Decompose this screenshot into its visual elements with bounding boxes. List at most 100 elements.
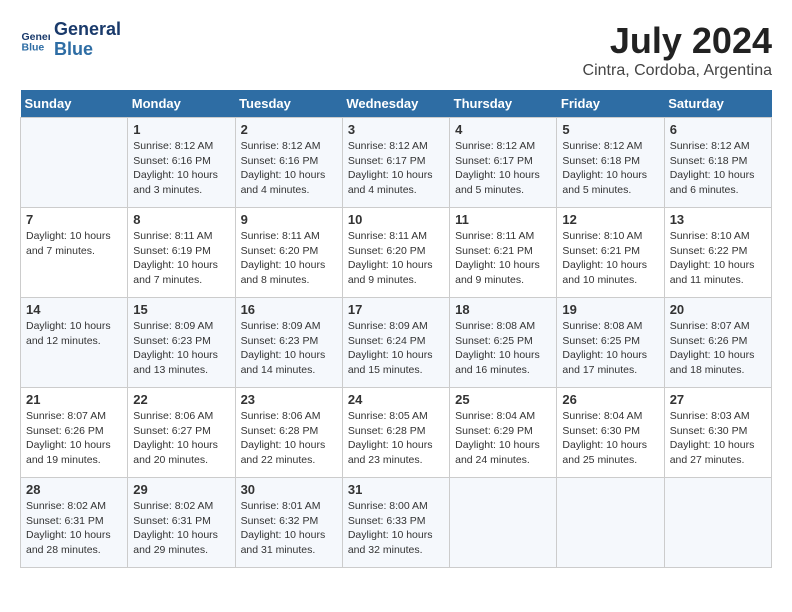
calendar-cell: 12Sunrise: 8:10 AMSunset: 6:21 PMDayligh… xyxy=(557,208,664,298)
calendar-cell: 14 Daylight: 10 hoursand 12 minutes. xyxy=(21,298,128,388)
day-number: 28 xyxy=(26,482,122,497)
day-info: Sunrise: 8:02 AMSunset: 6:31 PMDaylight:… xyxy=(133,499,229,558)
day-number: 26 xyxy=(562,392,658,407)
calendar-cell: 10 Sunrise: 8:11 AMSunset: 6:20 PMDayligh… xyxy=(342,208,449,298)
calendar-cell: 7 Daylight: 10 hoursand 7 minutes. xyxy=(21,208,128,298)
day-number: 1 xyxy=(133,122,229,137)
day-number: 19 xyxy=(562,302,658,317)
svg-text:Blue: Blue xyxy=(22,41,45,53)
day-number: 12 xyxy=(562,212,658,227)
calendar-cell: 22 Sunrise: 8:06 AMSunset: 6:27 PMDayligh… xyxy=(128,388,235,478)
calendar-cell: 13Sunrise: 8:10 AMSunset: 6:22 PMDayligh… xyxy=(664,208,771,298)
day-info: Sunrise: 8:01 AMSunset: 6:32 PMDaylight:… xyxy=(241,499,337,558)
calendar-header-row: SundayMondayTuesdayWednesdayThursdayFrid… xyxy=(21,90,772,118)
calendar-cell: 24Sunrise: 8:05 AMSunset: 6:28 PMDayligh… xyxy=(342,388,449,478)
day-info: Sunrise: 8:04 AMSunset: 6:29 PMDaylight:… xyxy=(455,409,551,468)
weekday-header: Tuesday xyxy=(235,90,342,118)
day-info: Sunrise: 8:11 AMSunset: 6:20 PMDaylight:… xyxy=(348,229,444,288)
calendar-cell: 18 Sunrise: 8:08 AMSunset: 6:25 PMDayligh… xyxy=(450,298,557,388)
day-number: 16 xyxy=(241,302,337,317)
calendar-cell: 3Sunrise: 8:12 AMSunset: 6:17 PMDaylight… xyxy=(342,118,449,208)
day-number: 8 xyxy=(133,212,229,227)
day-number: 7 xyxy=(26,212,122,227)
day-number: 9 xyxy=(241,212,337,227)
calendar-cell: 6 Sunrise: 8:12 AMSunset: 6:18 PMDaylight… xyxy=(664,118,771,208)
calendar-cell: 2Sunrise: 8:12 AMSunset: 6:16 PMDaylight… xyxy=(235,118,342,208)
day-info: Sunrise: 8:02 AMSunset: 6:31 PMDaylight:… xyxy=(26,499,122,558)
day-number: 23 xyxy=(241,392,337,407)
weekday-header: Monday xyxy=(128,90,235,118)
calendar-cell: 8 Sunrise: 8:11 AMSunset: 6:19 PMDaylight… xyxy=(128,208,235,298)
weekday-header: Wednesday xyxy=(342,90,449,118)
day-info: Sunrise: 8:12 AMSunset: 6:17 PMDaylight:… xyxy=(348,139,444,198)
day-info: Sunrise: 8:10 AMSunset: 6:22 PMDaylight:… xyxy=(670,229,766,288)
weekday-header: Saturday xyxy=(664,90,771,118)
day-number: 11 xyxy=(455,212,551,227)
calendar-cell: 9 Sunrise: 8:11 AMSunset: 6:20 PMDaylight… xyxy=(235,208,342,298)
title-block: July 2024 Cintra, Cordoba, Argentina xyxy=(583,20,772,80)
day-number: 22 xyxy=(133,392,229,407)
day-info: Sunrise: 8:12 AMSunset: 6:16 PMDaylight:… xyxy=(133,139,229,198)
calendar-cell: 17 Sunrise: 8:09 AMSunset: 6:24 PMDayligh… xyxy=(342,298,449,388)
day-number: 29 xyxy=(133,482,229,497)
calendar-cell: 20Sunrise: 8:07 AMSunset: 6:26 PMDayligh… xyxy=(664,298,771,388)
day-info: Sunrise: 8:09 AMSunset: 6:23 PMDaylight:… xyxy=(241,319,337,378)
calendar-cell: 19 Sunrise: 8:08 AMSunset: 6:25 PMDayligh… xyxy=(557,298,664,388)
logo-icon: General Blue xyxy=(20,25,50,55)
day-info: Sunrise: 8:08 AMSunset: 6:25 PMDaylight:… xyxy=(455,319,551,378)
day-info: Sunrise: 8:03 AMSunset: 6:30 PMDaylight:… xyxy=(670,409,766,468)
day-info: Sunrise: 8:06 AMSunset: 6:27 PMDaylight:… xyxy=(133,409,229,468)
calendar-cell: 21 Sunrise: 8:07 AMSunset: 6:26 PMDayligh… xyxy=(21,388,128,478)
day-info: Sunrise: 8:11 AMSunset: 6:21 PMDaylight:… xyxy=(455,229,551,288)
day-info: Sunrise: 8:08 AMSunset: 6:25 PMDaylight:… xyxy=(562,319,658,378)
day-number: 18 xyxy=(455,302,551,317)
calendar-cell: 25Sunrise: 8:04 AMSunset: 6:29 PMDayligh… xyxy=(450,388,557,478)
day-number: 10 xyxy=(348,212,444,227)
page-header: General Blue General Blue July 2024 Cint… xyxy=(20,20,772,80)
day-info: Sunrise: 8:07 AMSunset: 6:26 PMDaylight:… xyxy=(26,409,122,468)
main-title: July 2024 xyxy=(583,20,772,62)
calendar-cell: 29 Sunrise: 8:02 AMSunset: 6:31 PMDayligh… xyxy=(128,478,235,568)
calendar-cell: 15Sunrise: 8:09 AMSunset: 6:23 PMDayligh… xyxy=(128,298,235,388)
day-info: Sunrise: 8:12 AMSunset: 6:18 PMDaylight:… xyxy=(562,139,658,198)
day-number: 2 xyxy=(241,122,337,137)
day-info: Sunrise: 8:06 AMSunset: 6:28 PMDaylight:… xyxy=(241,409,337,468)
calendar-cell xyxy=(664,478,771,568)
day-info: Sunrise: 8:12 AMSunset: 6:18 PMDaylight:… xyxy=(670,139,766,198)
day-info: Sunrise: 8:00 AMSunset: 6:33 PMDaylight:… xyxy=(348,499,444,558)
day-number: 4 xyxy=(455,122,551,137)
subtitle: Cintra, Cordoba, Argentina xyxy=(583,62,772,80)
day-info: Sunrise: 8:12 AMSunset: 6:17 PMDaylight:… xyxy=(455,139,551,198)
day-info: Daylight: 10 hoursand 7 minutes. xyxy=(26,229,122,258)
day-number: 15 xyxy=(133,302,229,317)
calendar-cell: 1 Sunrise: 8:12 AMSunset: 6:16 PMDaylight… xyxy=(128,118,235,208)
calendar-cell: 11 Sunrise: 8:11 AMSunset: 6:21 PMDayligh… xyxy=(450,208,557,298)
calendar-cell xyxy=(21,118,128,208)
day-info: Sunrise: 8:04 AMSunset: 6:30 PMDaylight:… xyxy=(562,409,658,468)
day-number: 6 xyxy=(670,122,766,137)
calendar-cell: 27 Sunrise: 8:03 AMSunset: 6:30 PMDayligh… xyxy=(664,388,771,478)
day-info: Sunrise: 8:07 AMSunset: 6:26 PMDaylight:… xyxy=(670,319,766,378)
day-info: Sunrise: 8:11 AMSunset: 6:19 PMDaylight:… xyxy=(133,229,229,288)
calendar-week-row: 7 Daylight: 10 hoursand 7 minutes. 8 Sunris… xyxy=(21,208,772,298)
day-number: 5 xyxy=(562,122,658,137)
calendar-cell: 16 Sunrise: 8:09 AMSunset: 6:23 PMDayligh… xyxy=(235,298,342,388)
calendar-cell: 4 Sunrise: 8:12 AMSunset: 6:17 PMDaylight… xyxy=(450,118,557,208)
day-number: 27 xyxy=(670,392,766,407)
calendar-cell xyxy=(557,478,664,568)
day-number: 21 xyxy=(26,392,122,407)
calendar-cell xyxy=(450,478,557,568)
calendar-cell: 23 Sunrise: 8:06 AMSunset: 6:28 PMDayligh… xyxy=(235,388,342,478)
day-number: 31 xyxy=(348,482,444,497)
calendar-week-row: 21 Sunrise: 8:07 AMSunset: 6:26 PMDayligh… xyxy=(21,388,772,478)
weekday-header: Sunday xyxy=(21,90,128,118)
day-number: 14 xyxy=(26,302,122,317)
day-number: 17 xyxy=(348,302,444,317)
day-info: Sunrise: 8:11 AMSunset: 6:20 PMDaylight:… xyxy=(241,229,337,288)
day-info: Sunrise: 8:09 AMSunset: 6:24 PMDaylight:… xyxy=(348,319,444,378)
calendar-cell: 30Sunrise: 8:01 AMSunset: 6:32 PMDayligh… xyxy=(235,478,342,568)
day-info: Daylight: 10 hoursand 12 minutes. xyxy=(26,319,122,348)
weekday-header: Friday xyxy=(557,90,664,118)
day-info: Sunrise: 8:05 AMSunset: 6:28 PMDaylight:… xyxy=(348,409,444,468)
calendar-week-row: 1 Sunrise: 8:12 AMSunset: 6:16 PMDaylight… xyxy=(21,118,772,208)
